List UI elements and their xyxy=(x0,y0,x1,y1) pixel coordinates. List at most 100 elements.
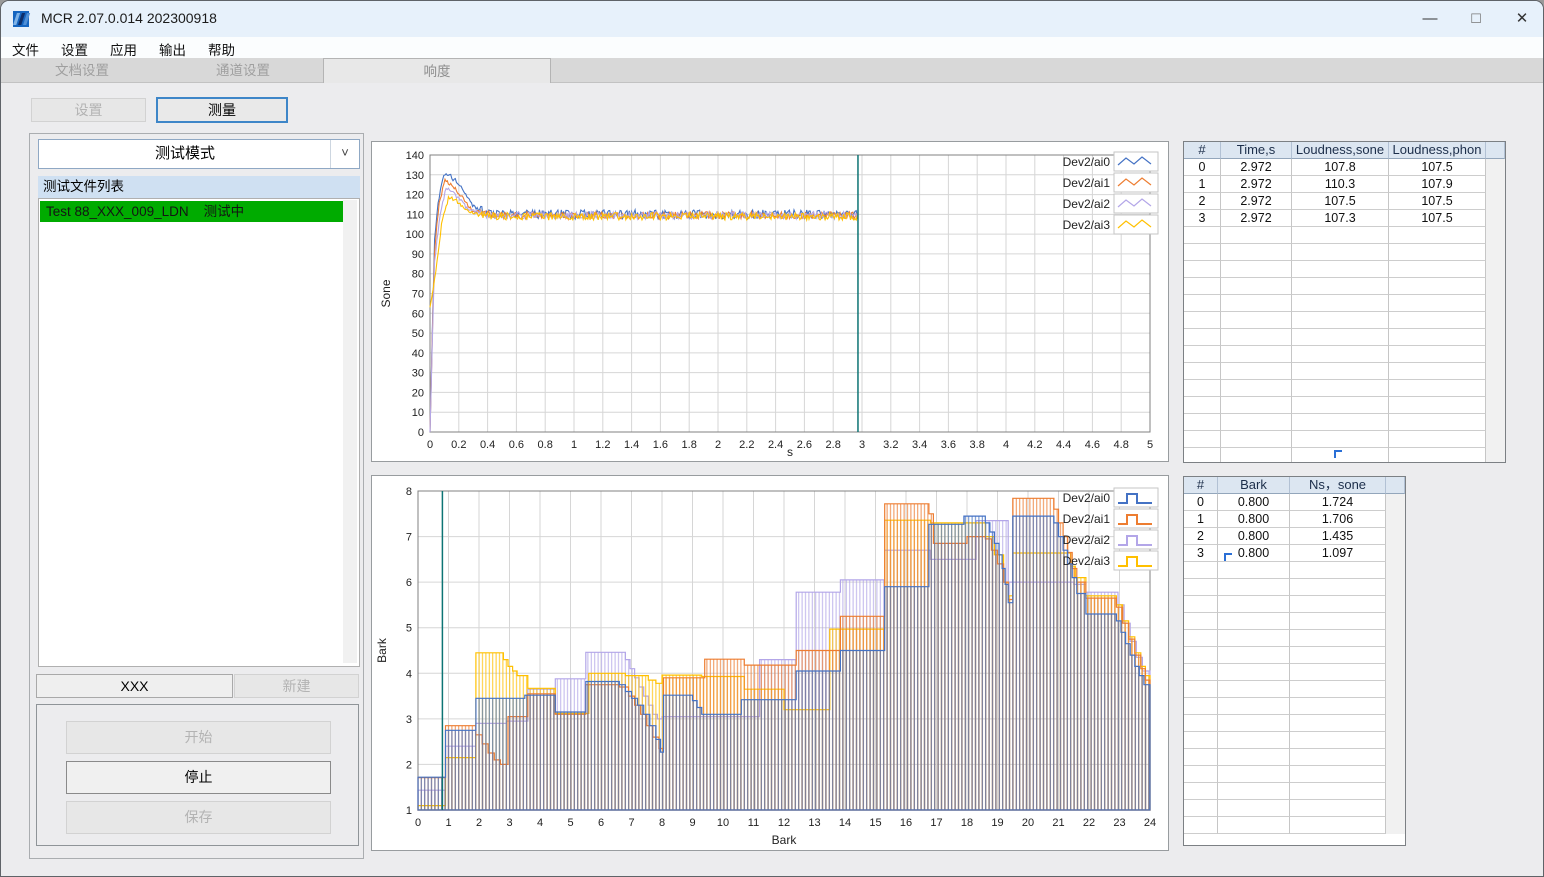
table-row[interactable] xyxy=(1184,817,1405,834)
table-cell xyxy=(1221,363,1292,380)
table-cell xyxy=(1184,562,1218,579)
svg-text:Dev2/ai1: Dev2/ai1 xyxy=(1063,176,1111,190)
table-cell xyxy=(1389,431,1486,448)
loudness-time-chart[interactable]: 0 0.2 0.4 0.6 0.8 1 1.2 1.4 1.6 1.8 2 2.2 2.4 2.6 2.8 3… xyxy=(371,141,1169,462)
table-cell xyxy=(1184,329,1221,346)
column-header[interactable]: Loudness,sone xyxy=(1292,142,1389,159)
table-cell xyxy=(1184,414,1221,431)
table-cell xyxy=(1184,647,1218,664)
table-row[interactable]: 3 0.800 1.097 xyxy=(1184,545,1405,562)
column-header[interactable]: Bark xyxy=(1218,477,1290,494)
table-row[interactable] xyxy=(1184,397,1505,414)
chevron-down-icon[interactable]: ˅ xyxy=(330,140,359,168)
svg-text:4: 4 xyxy=(406,668,412,680)
table-row[interactable] xyxy=(1184,363,1505,380)
test-mode-dropdown[interactable]: 测试模式 ˅ xyxy=(38,139,360,169)
table-row[interactable] xyxy=(1184,312,1505,329)
table-cell xyxy=(1292,380,1389,397)
svg-text:1: 1 xyxy=(571,439,577,451)
table-cell xyxy=(1290,681,1386,698)
table-scroll-strip xyxy=(1386,664,1405,681)
table-row[interactable] xyxy=(1184,613,1405,630)
table-row[interactable] xyxy=(1184,749,1405,766)
svg-text:10: 10 xyxy=(717,817,729,829)
table-row[interactable] xyxy=(1184,715,1405,732)
table-scroll-strip xyxy=(1486,278,1505,295)
minimize-button[interactable]: — xyxy=(1407,1,1453,37)
column-header[interactable]: # xyxy=(1184,142,1221,159)
table-cell xyxy=(1389,278,1486,295)
table-row[interactable] xyxy=(1184,630,1405,647)
table-row[interactable]: 0 2.972 107.8 107.5 xyxy=(1184,159,1505,176)
new-button[interactable]: 新建 xyxy=(234,674,359,698)
table-row[interactable] xyxy=(1184,431,1505,448)
stop-button[interactable]: 停止 xyxy=(66,761,331,794)
measure-subtab-button[interactable]: 测量 xyxy=(156,97,288,123)
table-cell xyxy=(1184,596,1218,613)
table-row[interactable] xyxy=(1184,681,1405,698)
table-row[interactable] xyxy=(1184,579,1405,596)
table-row[interactable]: 3 2.972 107.3 107.5 xyxy=(1184,210,1505,227)
table-cell: 0.800 xyxy=(1218,511,1290,528)
list-scrollbar[interactable] xyxy=(343,200,357,663)
table-row[interactable]: 1 2.972 110.3 107.9 xyxy=(1184,176,1505,193)
column-header[interactable]: Ns，sone xyxy=(1290,477,1386,494)
table-row[interactable] xyxy=(1184,647,1405,664)
tab-0[interactable]: 文档设置 xyxy=(1,58,163,83)
table-scroll-strip xyxy=(1486,261,1505,278)
maximize-button[interactable]: ☐ xyxy=(1453,1,1499,37)
table-row[interactable] xyxy=(1184,732,1405,749)
table-cell: 1 xyxy=(1184,176,1221,193)
table-row[interactable] xyxy=(1184,278,1505,295)
close-button[interactable]: ✕ xyxy=(1499,1,1543,37)
table-scroll-strip xyxy=(1386,579,1405,596)
settings-subtab-button[interactable]: 设置 xyxy=(31,98,146,122)
table-row[interactable] xyxy=(1184,380,1505,397)
column-header[interactable]: Loudness,phon xyxy=(1389,142,1486,159)
table-row[interactable] xyxy=(1184,664,1405,681)
table-row[interactable] xyxy=(1184,261,1505,278)
table-row[interactable] xyxy=(1184,698,1405,715)
table-cell xyxy=(1184,380,1221,397)
table-cell xyxy=(1218,800,1290,817)
table-cell: 2 xyxy=(1184,193,1221,210)
table-row[interactable] xyxy=(1184,448,1505,462)
table-cell xyxy=(1184,346,1221,363)
table-row[interactable] xyxy=(1184,562,1405,579)
table-row[interactable]: 0 0.800 1.724 xyxy=(1184,494,1405,511)
column-header[interactable]: Time,s xyxy=(1221,142,1292,159)
table-scroll-strip xyxy=(1386,647,1405,664)
table-cell xyxy=(1389,397,1486,414)
table-row[interactable] xyxy=(1184,329,1505,346)
table-row[interactable] xyxy=(1184,596,1405,613)
table-scroll-strip xyxy=(1486,414,1505,431)
table-row[interactable] xyxy=(1184,414,1505,431)
table-row[interactable]: 1 0.800 1.706 xyxy=(1184,511,1405,528)
table-row[interactable] xyxy=(1184,295,1505,312)
table-cell xyxy=(1290,715,1386,732)
table-row[interactable]: 2 0.800 1.435 xyxy=(1184,528,1405,545)
column-header[interactable]: # xyxy=(1184,477,1218,494)
table-row[interactable] xyxy=(1184,766,1405,783)
table-scroll-strip xyxy=(1386,596,1405,613)
table-row[interactable] xyxy=(1184,227,1505,244)
test-file-list[interactable]: Test 88_XXX_009_LDN 测试中 xyxy=(38,198,360,667)
specific-loudness-chart[interactable]: 0 1 2 3 4 5 6 7 8 9 10 11 12 13 14 15 16 17 18 19 20 21 22 23 24… xyxy=(371,475,1169,851)
table-row[interactable] xyxy=(1184,346,1505,363)
table-row[interactable] xyxy=(1184,800,1405,817)
table-cell xyxy=(1218,783,1290,800)
table-row[interactable] xyxy=(1184,244,1505,261)
start-button[interactable]: 开始 xyxy=(66,721,331,754)
table-row[interactable] xyxy=(1184,783,1405,800)
xxx-button[interactable]: XXX xyxy=(36,674,233,698)
tab-1[interactable]: 通道设置 xyxy=(163,58,323,83)
table-corner xyxy=(1486,142,1505,159)
window-title: MCR 2.07.0.014 202300918 xyxy=(41,10,217,26)
table-cell xyxy=(1292,261,1389,278)
table-scroll-strip xyxy=(1486,312,1505,329)
table-row[interactable]: 2 2.972 107.5 107.5 xyxy=(1184,193,1505,210)
tab-2[interactable]: 响度 xyxy=(323,58,551,83)
save-button[interactable]: 保存 xyxy=(66,801,331,834)
test-file-row[interactable]: Test 88_XXX_009_LDN 测试中 xyxy=(40,201,343,222)
table-cell xyxy=(1184,397,1221,414)
